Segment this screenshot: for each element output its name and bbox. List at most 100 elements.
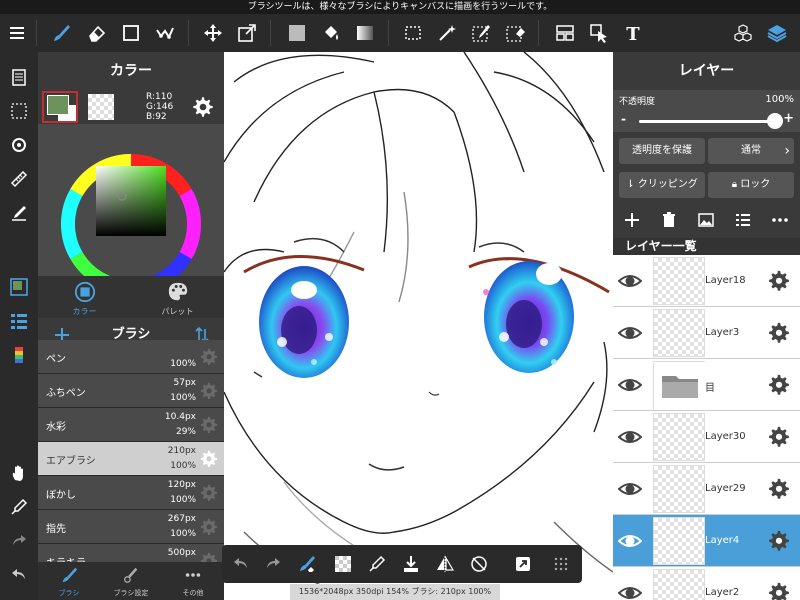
correction-tool-icon[interactable] — [148, 14, 182, 52]
brush-item[interactable]: 水彩 10.4px 29% — [38, 408, 224, 442]
lock-button[interactable]: 🔒︎ ロック — [708, 172, 794, 198]
eyedropper-icon[interactable] — [0, 490, 38, 524]
layer-row[interactable]: Layer4 — [613, 515, 800, 567]
layer-row[interactable]: Layer18 — [613, 255, 800, 307]
palette-bar-icon[interactable] — [0, 338, 38, 372]
color-panel-toggle-icon[interactable] — [0, 270, 38, 304]
brush-gear-icon[interactable] — [200, 382, 218, 400]
quick-flip-icon[interactable] — [428, 545, 462, 583]
pen-settings-icon[interactable] — [0, 196, 38, 230]
brush-item[interactable]: エアブラシ 210px 100% — [38, 442, 224, 476]
add-layer-icon[interactable] — [613, 202, 650, 238]
layer-row[interactable]: Layer29 — [613, 463, 800, 515]
magic-wand-tool-icon[interactable] — [430, 14, 464, 52]
foreground-swatch[interactable] — [42, 91, 78, 123]
quick-redo-icon[interactable] — [256, 545, 290, 583]
quick-save-icon[interactable] — [394, 545, 428, 583]
add-image-layer-icon[interactable] — [687, 202, 724, 238]
quick-rotate-reset-icon[interactable] — [462, 545, 496, 583]
frame-divider-tool-icon[interactable] — [548, 14, 582, 52]
rotate-canvas-icon[interactable] — [0, 128, 38, 162]
layer-settings-gear-icon[interactable] — [768, 426, 790, 448]
shape-tool-icon[interactable] — [114, 14, 148, 52]
clipping-button[interactable]: ⇂ クリッピング — [619, 172, 705, 198]
visibility-eye-icon[interactable] — [617, 374, 643, 396]
layer-row[interactable]: Layer30 — [613, 411, 800, 463]
tab-brush[interactable]: ブラシ — [38, 562, 100, 600]
drawing-canvas[interactable] — [224, 52, 613, 600]
brush-gear-icon[interactable] — [200, 416, 218, 434]
quick-brush-eraser-icon[interactable] — [290, 545, 324, 583]
visibility-eye-icon[interactable] — [617, 478, 643, 500]
layer-toggle-icon[interactable] — [760, 14, 794, 52]
layer-list-menu-icon[interactable] — [724, 202, 761, 238]
layer-settings-gear-icon[interactable] — [768, 582, 790, 600]
bucket-tool-icon[interactable] — [314, 14, 348, 52]
select-pen-tool-icon[interactable] — [464, 14, 498, 52]
layer-settings-gear-icon[interactable] — [768, 478, 790, 500]
visibility-eye-icon[interactable] — [617, 270, 643, 292]
opacity-plus-button[interactable]: + — [783, 111, 794, 126]
hand-tool-icon[interactable] — [0, 456, 38, 490]
visibility-eye-icon[interactable] — [617, 530, 643, 552]
layer-row[interactable]: Layer3 — [613, 307, 800, 359]
color-settings-gear-icon[interactable] — [192, 96, 214, 118]
text-tool-icon[interactable]: T — [616, 14, 650, 52]
ruler-icon[interactable] — [0, 162, 38, 196]
quick-undo-icon[interactable] — [224, 545, 258, 583]
tab-palette[interactable]: パレット — [131, 276, 224, 318]
pages-icon[interactable] — [0, 60, 38, 94]
transparent-swatch[interactable] — [88, 94, 114, 120]
opacity-slider-knob[interactable] — [767, 113, 783, 129]
visibility-eye-icon[interactable] — [617, 322, 643, 344]
blend-mode-select[interactable]: 通常 › — [708, 138, 794, 164]
undo-icon[interactable] — [0, 558, 38, 592]
brush-list-toggle-icon[interactable] — [0, 304, 38, 338]
folder-icon — [653, 361, 706, 410]
eraser-tool-icon[interactable] — [80, 14, 114, 52]
material-icon[interactable] — [726, 14, 760, 52]
brush-tool-icon[interactable] — [44, 14, 78, 52]
brush-gear-icon[interactable] — [200, 450, 218, 468]
fill-color-tool-icon[interactable] — [280, 14, 314, 52]
redo-icon[interactable] — [0, 524, 38, 558]
selection-menu-icon[interactable] — [0, 94, 38, 128]
tab-brush-settings[interactable]: ブラシ設定 — [100, 562, 162, 600]
quick-transparent-color-icon[interactable] — [326, 545, 360, 583]
brush-item[interactable]: ペン 100% — [38, 340, 224, 374]
brush-item[interactable]: ふちペン 57px 100% — [38, 374, 224, 408]
brush-name: 水彩 — [46, 422, 66, 433]
transform-tool-icon[interactable] — [230, 14, 264, 52]
gradient-tool-icon[interactable] — [348, 14, 382, 52]
layer-settings-gear-icon[interactable] — [768, 270, 790, 292]
quick-eyedropper-icon[interactable] — [360, 545, 394, 583]
select-tool-icon[interactable] — [396, 14, 430, 52]
brush-gear-icon[interactable] — [200, 348, 218, 366]
color-panel-title: カラー — [38, 52, 224, 90]
visibility-eye-icon[interactable] — [617, 426, 643, 448]
quick-menu-grid-icon[interactable] — [544, 545, 578, 583]
menu-icon[interactable] — [0, 14, 34, 52]
layer-settings-gear-icon[interactable] — [768, 374, 790, 396]
layer-more-icon[interactable] — [761, 202, 798, 238]
layer-row[interactable]: Layer2 — [613, 567, 800, 600]
brush-gear-icon[interactable] — [200, 518, 218, 536]
move-tool-icon[interactable] — [196, 14, 230, 52]
delete-layer-icon[interactable] — [650, 202, 687, 238]
operation-tool-icon[interactable] — [582, 14, 616, 52]
brush-gear-icon[interactable] — [200, 484, 218, 502]
brush-item[interactable]: 指先 267px 100% — [38, 510, 224, 544]
opacity-slider[interactable] — [639, 120, 779, 123]
tab-color[interactable]: カラー — [38, 276, 131, 318]
quick-snap-icon[interactable] — [506, 545, 540, 583]
select-eraser-tool-icon[interactable] — [498, 14, 532, 52]
layer-settings-gear-icon[interactable] — [768, 322, 790, 344]
brush-item[interactable]: ぼかし 120px 100% — [38, 476, 224, 510]
protect-alpha-button[interactable]: 透明度を保護 — [619, 138, 705, 164]
layer-settings-gear-icon[interactable] — [768, 530, 790, 552]
layer-row[interactable]: 目 — [613, 359, 800, 411]
visibility-eye-icon[interactable] — [617, 582, 643, 600]
tab-more[interactable]: その他 — [162, 562, 224, 600]
opacity-minus-button[interactable]: - — [621, 112, 626, 126]
layer-list-title: レイヤー一覧 — [625, 239, 697, 253]
